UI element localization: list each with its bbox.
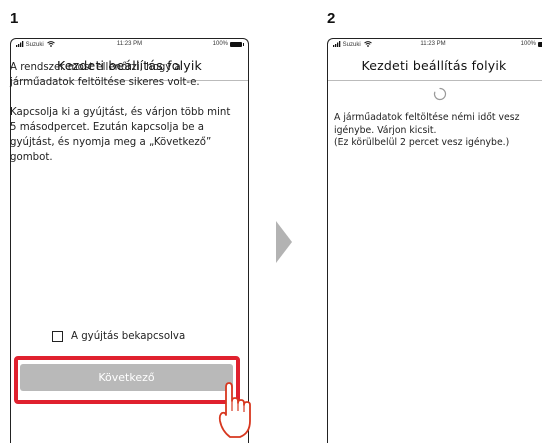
phone-screen-2: Suzuki 11:23 PM 100% Kezdeti beállítás f… <box>327 38 542 443</box>
battery-icon <box>230 41 244 47</box>
status-bar: Suzuki 11:23 PM 100% <box>11 39 248 50</box>
battery-label: 100% <box>520 41 536 47</box>
status-bar: Suzuki 11:23 PM 100% <box>328 39 542 50</box>
hand-pointer-icon <box>218 382 251 438</box>
status-battery: 100% <box>521 41 542 47</box>
loading-message: A járműadatok feltöltése némi időt vesz … <box>334 112 520 148</box>
screen-title: Kezdeti beállítás folyik <box>328 50 542 81</box>
next-button[interactable]: Következő <box>20 364 233 391</box>
battery-label: 100% <box>212 41 228 47</box>
ignition-instructions: Kapcsolja ki a gyújtást, és várjon több … <box>10 107 231 163</box>
check-description: A rendszer most ellenőrzi, hogy a járműa… <box>10 62 200 88</box>
step-number-2: 2 <box>327 10 336 27</box>
ignition-checkbox-label: A gyújtás bekapcsolva <box>71 331 186 342</box>
battery-icon <box>538 41 542 47</box>
status-battery: 100% <box>212 41 244 47</box>
ignition-checkbox-row[interactable]: A gyújtás bekapcsolva <box>52 331 185 342</box>
next-arrow-icon <box>276 221 292 263</box>
step-number-1: 1 <box>10 10 19 27</box>
spinner-icon <box>433 87 447 101</box>
ignition-checkbox[interactable] <box>52 331 63 342</box>
status-time: 11:23 PM <box>420 41 446 47</box>
